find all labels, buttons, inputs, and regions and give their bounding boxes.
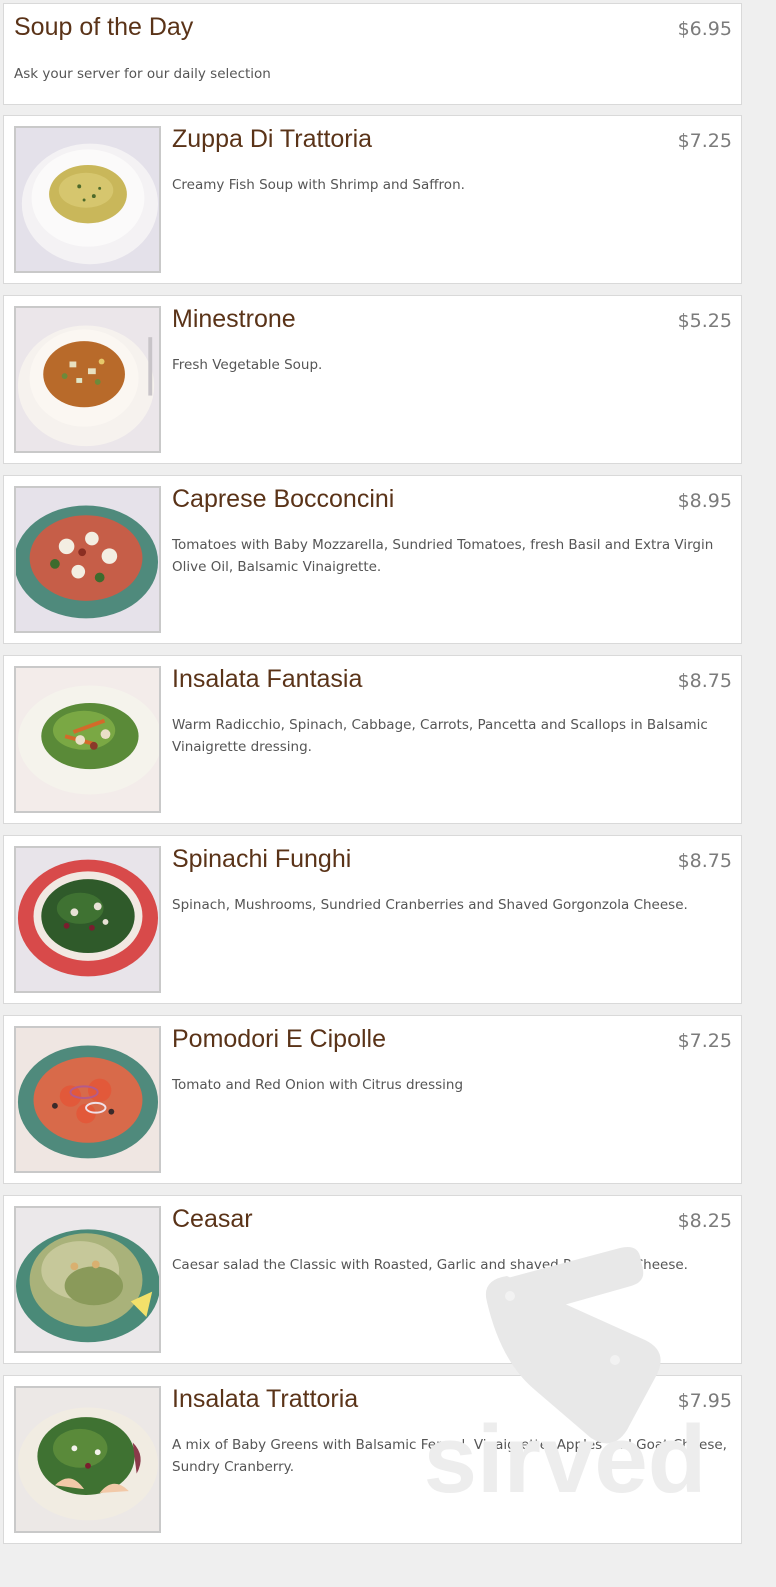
menu-item-title: Zuppa Di Trattoria <box>172 125 373 153</box>
mixed-greens-plate-image <box>16 1388 159 1531</box>
menu-item-description: Ask your server for our daily selection <box>14 66 271 82</box>
menu-item-description: A mix of Baby Greens with Balsamic Fenne… <box>172 1437 727 1475</box>
spinach-salad-red-plate-image <box>16 848 159 991</box>
caesar-salad-plate-image <box>16 1208 159 1351</box>
warm-salad-plate-image <box>16 668 159 811</box>
menu-item-price: $8.75 <box>677 850 732 872</box>
dish-photo <box>14 126 161 273</box>
menu-item-description: Creamy Fish Soup with Shrimp and Saffron… <box>172 177 465 193</box>
menu-item-price: $8.95 <box>677 490 732 512</box>
menu-item-description: Warm Radicchio, Spinach, Cabbage, Carrot… <box>172 717 708 755</box>
menu-item: Insalata Trattoria $7.95 A mix of Baby G… <box>3 1375 742 1544</box>
dish-photo <box>14 1386 161 1533</box>
menu-item-title: Insalata Fantasia <box>172 665 363 693</box>
menu-item-price: $5.25 <box>677 310 732 332</box>
cream-soup-bowl-image <box>16 128 159 271</box>
menu-item-price: $6.95 <box>677 18 732 40</box>
menu-item-description: Fresh Vegetable Soup. <box>172 357 323 373</box>
menu-item: Ceasar $8.25 Caesar salad the Classic wi… <box>3 1195 742 1364</box>
menu-item-description: Spinach, Mushrooms, Sundried Cranberries… <box>172 897 688 913</box>
menu-item: Zuppa Di Trattoria $7.25 Creamy Fish Sou… <box>3 115 742 284</box>
dish-photo <box>14 486 161 633</box>
dish-photo <box>14 306 161 453</box>
menu-item-description: Tomatoes with Baby Mozzarella, Sundried … <box>172 537 714 575</box>
menu-item-price: $7.25 <box>677 1030 732 1052</box>
menu-item-description: Caesar salad the Classic with Roasted, G… <box>172 1257 688 1273</box>
menu-item-title: Spinachi Funghi <box>172 845 352 873</box>
menu-item-price: $8.75 <box>677 670 732 692</box>
menu-item-description: Tomato and Red Onion with Citrus dressin… <box>172 1077 464 1093</box>
menu-item: Insalata Fantasia $8.75 Warm Radicchio, … <box>3 655 742 824</box>
dish-photo <box>14 666 161 813</box>
menu-item: Minestrone $5.25 Fresh Vegetable Soup. <box>3 295 742 464</box>
menu-item-title: Pomodori E Cipolle <box>172 1025 386 1053</box>
menu-item-title: Minestrone <box>172 305 296 333</box>
menu-item: Caprese Bocconcini $8.95 Tomatoes with B… <box>3 475 742 644</box>
menu-item-price: $7.25 <box>677 130 732 152</box>
menu-item-title: Ceasar <box>172 1205 253 1233</box>
vegetable-soup-bowl-image <box>16 308 159 451</box>
menu-item-price: $7.95 <box>677 1390 732 1412</box>
menu-item: Pomodori E Cipolle $7.25 Tomato and Red … <box>3 1015 742 1184</box>
caprese-plate-image <box>16 488 159 631</box>
tomato-onion-plate-image <box>16 1028 159 1171</box>
menu-item-title: Caprese Bocconcini <box>172 485 395 513</box>
menu-item: Soup of the Day $6.95 Ask your server fo… <box>3 3 742 105</box>
menu-item: Spinachi Funghi $8.75 Spinach, Mushrooms… <box>3 835 742 1004</box>
menu-item-title: Soup of the Day <box>14 13 194 41</box>
menu-item-title: Insalata Trattoria <box>172 1385 359 1413</box>
dish-photo <box>14 1206 161 1353</box>
dish-photo <box>14 846 161 993</box>
menu-item-price: $8.25 <box>677 1210 732 1232</box>
dish-photo <box>14 1026 161 1173</box>
